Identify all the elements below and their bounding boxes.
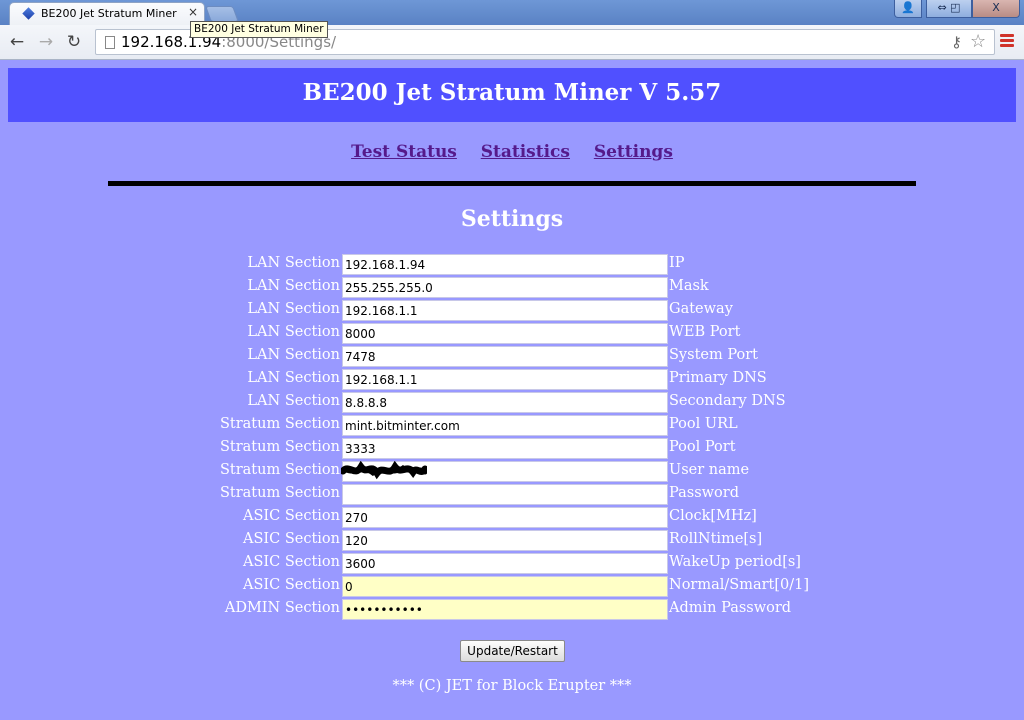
form-row-normal-smart: ASIC Section Normal/Smart[0/1] [0, 576, 1024, 599]
mask-field[interactable] [342, 277, 668, 298]
form-row-secondary-dns: LAN Section Secondary DNS [0, 392, 1024, 415]
form-row-primary-dns: LAN Section Primary DNS [0, 369, 1024, 392]
row-section-label: ADMIN Section [224, 600, 340, 616]
close-window-button[interactable]: X [972, 0, 1020, 18]
row-section-label: Stratum Section [219, 485, 340, 501]
row-section-label: Stratum Section [219, 462, 340, 478]
row-description: Pool URL [669, 416, 738, 432]
row-description: Primary DNS [669, 370, 767, 386]
row-section-label: LAN Section [247, 370, 340, 386]
restore-window-button[interactable]: ⇔ ◰ [926, 0, 972, 18]
browser-titlebar: BE200 Jet Stratum Miner × 👤 ⇔ ◰ X [0, 0, 1024, 25]
form-row-user-name: Stratum Section User name [0, 461, 1024, 484]
row-description: Normal/Smart[0/1] [669, 577, 810, 593]
row-section-label: LAN Section [247, 301, 340, 317]
update-restart-button[interactable]: Update/Restart [460, 640, 565, 662]
section-title: Settings [460, 206, 564, 232]
tab-title: BE200 Jet Stratum Miner [41, 7, 177, 20]
form-row-pool-url: Stratum Section Pool URL [0, 415, 1024, 438]
system-port-field[interactable] [342, 346, 668, 367]
forward-arrow-icon[interactable]: → [35, 31, 57, 53]
row-description: Pool Port [669, 439, 736, 455]
secondary-dns-field[interactable] [342, 392, 668, 413]
browser-toolbar: ← → ↻ 192.168.1.94:8000/Settings/ ⚷ ☆ [0, 25, 1024, 60]
ip-field[interactable] [342, 254, 668, 275]
form-row-password: Stratum Section Password [0, 484, 1024, 507]
tab-close-icon[interactable]: × [188, 5, 198, 19]
row-section-label: ASIC Section [242, 531, 340, 547]
row-description: IP [669, 255, 685, 271]
clock-field[interactable] [342, 507, 668, 528]
row-section-label: Stratum Section [219, 439, 340, 455]
row-description: RollNtime[s] [669, 531, 763, 547]
row-section-label: ASIC Section [242, 508, 340, 524]
browser-tab[interactable]: BE200 Jet Stratum Miner × [9, 2, 205, 25]
form-row-rollntime: ASIC Section RollNtime[s] [0, 530, 1024, 553]
form-row-mask: LAN Section Mask [0, 277, 1024, 300]
divider [108, 181, 916, 186]
row-description: Secondary DNS [669, 393, 786, 409]
nav-link-settings[interactable]: Settings [594, 142, 673, 162]
nav-links: Test Status Statistics Settings [0, 142, 1024, 162]
row-description: Mask [669, 278, 709, 294]
form-row-clock: ASIC Section Clock[MHz] [0, 507, 1024, 530]
form-row-wakeup-period: ASIC Section WakeUp period[s] [0, 553, 1024, 576]
form-row-system-port: LAN Section System Port [0, 346, 1024, 369]
form-row-ip: LAN Section IP [0, 254, 1024, 277]
row-section-label: LAN Section [247, 393, 340, 409]
row-section-label: ASIC Section [242, 554, 340, 570]
page-icon [105, 36, 115, 49]
row-section-label: ASIC Section [242, 577, 340, 593]
pool-url-field[interactable] [342, 415, 668, 436]
row-section-label: LAN Section [247, 278, 340, 294]
admin-password-field[interactable] [342, 599, 668, 620]
web-port-field[interactable] [342, 323, 668, 344]
user-icon[interactable]: 👤 [894, 0, 922, 18]
gateway-field[interactable] [342, 300, 668, 321]
row-section-label: LAN Section [247, 324, 340, 340]
pool-port-field[interactable] [342, 438, 668, 459]
page-title: BE200 Jet Stratum Miner V 5.57 [302, 79, 722, 106]
nav-link-test-status[interactable]: Test Status [351, 142, 457, 162]
user-name-field[interactable] [342, 461, 668, 482]
password-field[interactable] [342, 484, 668, 505]
row-section-label: LAN Section [247, 255, 340, 271]
menu-icon[interactable] [1000, 34, 1014, 48]
rollntime-field[interactable] [342, 530, 668, 551]
row-section-label: Stratum Section [219, 416, 340, 432]
row-description: WEB Port [669, 324, 741, 340]
row-description: User name [669, 462, 750, 478]
favicon-icon [22, 7, 35, 20]
row-section-label: LAN Section [247, 347, 340, 363]
settings-form: LAN Section IP LAN Section Mask LAN Sect… [0, 254, 1024, 622]
row-description: Admin Password [669, 600, 792, 616]
key-icon[interactable]: ⚷ [951, 33, 962, 51]
row-description: Password [669, 485, 739, 501]
row-description: Gateway [669, 301, 733, 317]
footer-text: *** (C) JET for Block Erupter *** [392, 678, 632, 694]
back-arrow-icon[interactable]: ← [6, 31, 28, 53]
new-tab-button[interactable] [205, 6, 239, 22]
form-row-web-port: LAN Section WEB Port [0, 323, 1024, 346]
form-row-gateway: LAN Section Gateway [0, 300, 1024, 323]
form-row-pool-port: Stratum Section Pool Port [0, 438, 1024, 461]
normal-smart-field[interactable] [342, 576, 668, 597]
row-description: System Port [669, 347, 758, 363]
page-content: BE200 Jet Stratum Miner V 5.57 Test Stat… [0, 60, 1024, 720]
primary-dns-field[interactable] [342, 369, 668, 390]
wakeup-period-field[interactable] [342, 553, 668, 574]
tab-tooltip: BE200 Jet Stratum Miner [190, 21, 328, 38]
row-description: WakeUp period[s] [669, 554, 801, 570]
row-description: Clock[MHz] [669, 508, 757, 524]
form-row-admin-password: ADMIN Section Admin Password [0, 599, 1024, 622]
header-bar: BE200 Jet Stratum Miner V 5.57 [8, 68, 1016, 122]
bookmark-star-icon[interactable]: ☆ [970, 31, 986, 52]
nav-link-statistics[interactable]: Statistics [481, 142, 570, 162]
reload-icon[interactable]: ↻ [63, 31, 85, 53]
